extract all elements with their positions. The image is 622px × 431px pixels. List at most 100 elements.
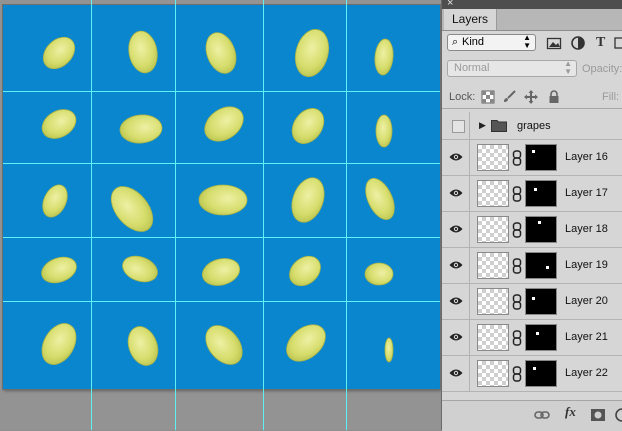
type-filter-icon[interactable]: T	[596, 35, 612, 51]
layer-row[interactable]: Layer 17	[442, 176, 622, 212]
close-icon[interactable]: ×	[447, 0, 453, 9]
layer-list: ▶ grapes Layer 16 Layer 17 Layer 18 Layer 1…	[442, 112, 622, 400]
layer-row[interactable]: Layer 21	[442, 320, 622, 356]
layer-thumbnail[interactable]	[477, 360, 509, 387]
layer-row[interactable]: Layer 20	[442, 284, 622, 320]
mask-highlight	[533, 367, 536, 370]
lock-brush-icon[interactable]	[502, 90, 516, 104]
chain-link-icon[interactable]	[512, 366, 522, 382]
grape	[374, 38, 394, 76]
layer-row[interactable]: Layer 18	[442, 212, 622, 248]
layer-thumbnail[interactable]	[477, 180, 509, 207]
layer-row[interactable]: Layer 16	[442, 140, 622, 176]
horizontal-guide[interactable]	[3, 237, 440, 238]
add-mask-icon[interactable]	[590, 407, 606, 423]
layer-mask-thumbnail[interactable]	[525, 180, 557, 207]
eye-icon[interactable]	[449, 152, 463, 162]
layer-name: Layer 17	[565, 187, 608, 199]
vertical-guide[interactable]	[175, 0, 176, 430]
mask-highlight	[534, 188, 537, 191]
grape	[364, 262, 394, 286]
lock-row: Lock: Fill:	[442, 86, 622, 109]
layer-thumbnail[interactable]	[477, 144, 509, 171]
layer-thumbnail[interactable]	[477, 216, 509, 243]
layer-style-fx-icon[interactable]: fx	[565, 404, 576, 420]
chevron-updown-icon: ▲ ▼	[564, 59, 572, 76]
chain-link-icon[interactable]	[512, 294, 522, 310]
blend-mode-select[interactable]: Normal ▲ ▼	[447, 60, 577, 77]
vertical-guide[interactable]	[346, 0, 347, 430]
adjustment-layer-icon[interactable]	[614, 407, 622, 423]
panel-title-bar[interactable]: ×	[442, 0, 622, 9]
eye-icon[interactable]	[449, 224, 463, 234]
link-layers-icon[interactable]	[534, 407, 550, 423]
grape	[198, 184, 248, 216]
visibility-cell[interactable]	[442, 248, 470, 283]
layer-thumbnail[interactable]	[477, 288, 509, 315]
layer-thumbnail[interactable]	[477, 252, 509, 279]
eye-icon[interactable]	[449, 260, 463, 270]
eye-icon[interactable]	[449, 188, 463, 198]
horizontal-guide[interactable]	[3, 91, 440, 92]
visibility-cell[interactable]	[442, 356, 470, 391]
grape	[41, 256, 77, 284]
blend-mode-value: Normal	[454, 62, 490, 74]
grapes-artwork	[41, 29, 395, 366]
tab-layers[interactable]: Layers	[444, 9, 498, 30]
adjustment-filter-icon[interactable]	[570, 35, 586, 51]
visibility-cell[interactable]	[442, 284, 470, 319]
layer-mask-thumbnail[interactable]	[525, 216, 557, 243]
grape	[42, 36, 76, 70]
folder-icon	[491, 120, 507, 132]
eye-icon[interactable]	[449, 332, 463, 342]
canvas-area[interactable]	[0, 0, 441, 430]
grape	[128, 30, 158, 74]
grape	[291, 177, 325, 223]
layer-row[interactable]: Layer 22	[442, 356, 622, 392]
document-canvas[interactable]	[3, 5, 440, 389]
chain-link-icon[interactable]	[512, 222, 522, 238]
chain-link-icon[interactable]	[512, 258, 522, 274]
visibility-cell[interactable]	[442, 140, 470, 175]
layer-thumbnail[interactable]	[477, 324, 509, 351]
visibility-cell[interactable]	[442, 212, 470, 247]
fill-label: Fill:	[602, 91, 620, 103]
lock-all-icon[interactable]	[547, 90, 561, 104]
visibility-cell[interactable]	[442, 112, 470, 139]
opacity-label: Opacity:	[582, 63, 622, 75]
eye-icon[interactable]	[449, 368, 463, 378]
filter-row: ⌕ Kind ▲ ▼ T	[442, 30, 622, 56]
visibility-cell[interactable]	[442, 176, 470, 211]
mask-highlight	[546, 266, 549, 269]
layer-mask-thumbnail[interactable]	[525, 144, 557, 171]
layer-mask-thumbnail[interactable]	[525, 360, 557, 387]
grape	[289, 255, 321, 287]
vertical-guide[interactable]	[91, 0, 92, 430]
horizontal-guide[interactable]	[3, 301, 440, 302]
grape	[291, 108, 325, 144]
grape	[205, 325, 243, 365]
layer-group-row[interactable]: ▶ grapes	[442, 112, 622, 140]
chain-link-icon[interactable]	[512, 150, 522, 166]
layer-name: Layer 16	[565, 151, 608, 163]
eye-icon[interactable]	[449, 296, 463, 306]
filter-kind-select[interactable]: ⌕ Kind ▲ ▼	[447, 34, 536, 51]
lock-label: Lock:	[449, 91, 476, 103]
visibility-cell[interactable]	[442, 320, 470, 355]
layer-mask-thumbnail[interactable]	[525, 288, 557, 315]
horizontal-guide[interactable]	[3, 163, 440, 164]
lock-transparency-icon[interactable]	[481, 90, 495, 104]
disclosure-triangle-icon[interactable]: ▶	[479, 120, 486, 131]
shape-filter-icon[interactable]	[614, 35, 622, 51]
layer-mask-thumbnail[interactable]	[525, 324, 557, 351]
layer-row[interactable]: Layer 19	[442, 248, 622, 284]
chain-link-icon[interactable]	[512, 330, 522, 346]
vertical-guide[interactable]	[263, 0, 264, 430]
image-filter-icon[interactable]	[546, 35, 562, 51]
lock-move-icon[interactable]	[524, 90, 538, 104]
layer-mask-thumbnail[interactable]	[525, 252, 557, 279]
chain-link-icon[interactable]	[512, 186, 522, 202]
layer-name: Layer 22	[565, 367, 608, 379]
layers-panel: × Layers ⌕ Kind ▲ ▼ T Normal ▲ ▼ Opacity: …	[441, 0, 622, 431]
visibility-toggle-empty[interactable]	[452, 120, 465, 133]
